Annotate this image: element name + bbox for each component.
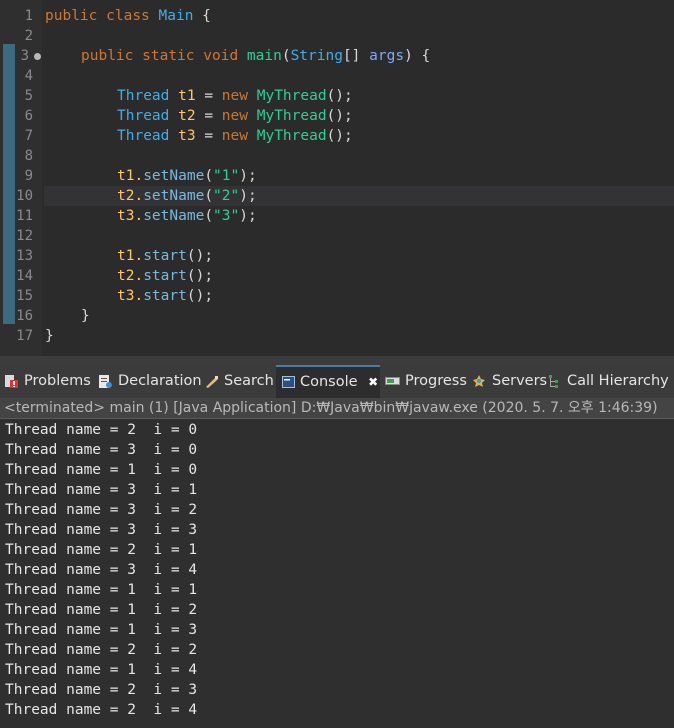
- code-line[interactable]: Thread t2 = new MyThread();: [117, 106, 353, 126]
- tab-label: Problems: [24, 373, 91, 389]
- progress-icon: [385, 377, 400, 385]
- line-number: 16: [16, 308, 33, 324]
- console-status-line: <terminated> main (1) [Java Application]…: [0, 398, 674, 419]
- code-line[interactable]: t2.start();: [117, 266, 213, 286]
- tab-console[interactable]: Console ✖: [276, 365, 380, 398]
- code-line[interactable]: t3.setName("3");: [117, 206, 257, 226]
- console-line: Thread name = 2 i = 4: [5, 702, 198, 718]
- code-line[interactable]: t1.setName("1");: [117, 166, 257, 186]
- line-number: 14: [16, 268, 33, 284]
- line-number: 17: [16, 328, 33, 344]
- console-line: Thread name = 1 i = 3: [5, 622, 198, 638]
- code-line[interactable]: public class Main {: [45, 6, 211, 26]
- console-icon: [282, 376, 295, 388]
- line-number: 9: [24, 168, 33, 184]
- tab-declaration[interactable]: Declaration: [98, 366, 202, 398]
- tab-label: Console: [300, 374, 358, 390]
- code-line[interactable]: }: [45, 326, 54, 346]
- code-editor[interactable]: 1 2 3 4 5 6 7 8 9 10 11 12 13 14 15 16 1…: [0, 0, 674, 356]
- close-icon[interactable]: ✖: [368, 375, 378, 389]
- line-number: 6: [24, 108, 33, 124]
- search-icon: [206, 375, 218, 388]
- console-line: Thread name = 3 i = 4: [5, 562, 198, 578]
- line-number: 8: [24, 148, 33, 164]
- tab-servers[interactable]: Servers: [472, 366, 547, 398]
- code-line[interactable]: t2.setName("2");: [117, 186, 257, 206]
- tab-label: Search: [224, 373, 274, 389]
- fold-toggle-icon[interactable]: [34, 53, 41, 60]
- line-number: 12: [16, 228, 33, 244]
- tab-call-hierarchy[interactable]: Call Hierarchy: [547, 366, 669, 398]
- line-number: 15: [16, 288, 33, 304]
- line-number: 5: [24, 88, 33, 104]
- tab-problems[interactable]: Problems: [4, 366, 91, 398]
- console-line: Thread name = 1 i = 0: [5, 462, 198, 478]
- console-line: Thread name = 3 i = 1: [5, 482, 198, 498]
- line-number: 7: [24, 128, 33, 144]
- problems-icon: [5, 374, 18, 388]
- tab-label: Servers: [492, 373, 548, 389]
- line-number-gutter: 1 2 3 4 5 6 7 8 9 10 11 12 13 14 15 16 1…: [0, 0, 42, 356]
- tab-label: Progress: [405, 373, 467, 389]
- code-line[interactable]: Thread t3 = new MyThread();: [117, 126, 353, 146]
- console-line: Thread name = 3 i = 3: [5, 522, 198, 538]
- tab-progress[interactable]: Progress: [385, 366, 467, 398]
- console-line: Thread name = 1 i = 4: [5, 662, 198, 678]
- console-line: Thread name = 2 i = 1: [5, 542, 198, 558]
- tab-search[interactable]: Search: [204, 366, 274, 398]
- line-number: 4: [24, 68, 33, 84]
- code-line[interactable]: t3.start();: [117, 286, 213, 306]
- console-line: Thread name = 2 i = 0: [5, 422, 198, 438]
- tab-label: Declaration: [118, 373, 202, 389]
- call-hierarchy-icon: [549, 374, 558, 388]
- code-line[interactable]: }: [81, 306, 90, 326]
- servers-icon: [473, 375, 485, 387]
- console-line: Thread name = 2 i = 2: [5, 642, 198, 658]
- tab-label: Call Hierarchy: [567, 373, 669, 389]
- line-number: 3: [20, 48, 29, 64]
- line-number: 10: [16, 188, 33, 204]
- line-number: 1: [24, 8, 33, 24]
- code-line[interactable]: public static void main(String[] args) {: [81, 46, 430, 66]
- console-line: Thread name = 1 i = 1: [5, 582, 198, 598]
- line-number: 13: [16, 248, 33, 264]
- code-line[interactable]: t1.start();: [117, 246, 213, 266]
- view-tab-bar: Problems Declaration Search Console ✖ Pr…: [0, 365, 674, 398]
- console-line: Thread name = 3 i = 2: [5, 502, 198, 518]
- console-line: Thread name = 3 i = 0: [5, 442, 198, 458]
- console-output[interactable]: Thread name = 2 i = 0 Thread name = 3 i …: [0, 420, 674, 728]
- line-number: 2: [24, 28, 33, 44]
- console-line: Thread name = 2 i = 3: [5, 682, 198, 698]
- declaration-icon: [99, 374, 112, 388]
- line-number: 11: [16, 208, 33, 224]
- console-line: Thread name = 1 i = 2: [5, 602, 198, 618]
- code-line[interactable]: Thread t1 = new MyThread();: [117, 86, 353, 106]
